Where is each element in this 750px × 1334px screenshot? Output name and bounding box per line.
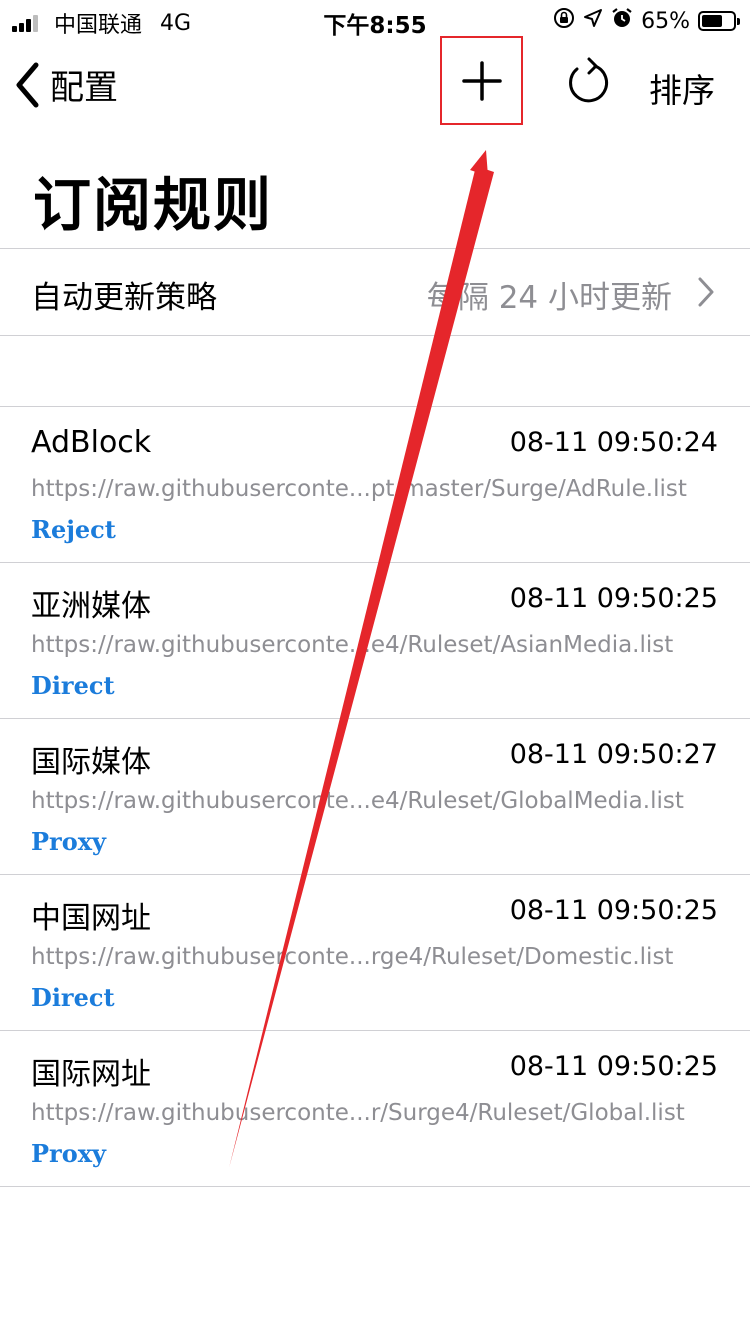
rule-policy: Proxy xyxy=(31,827,106,856)
auto-update-label: 自动更新策略 xyxy=(31,280,217,316)
rule-updated-time: 08-11 09:50:25 xyxy=(509,583,718,614)
rule-name: 国际网址 xyxy=(31,1057,151,1092)
divider xyxy=(0,335,750,336)
alarm-icon xyxy=(611,7,633,35)
list-item[interactable]: 中国网址 08-11 09:50:25 https://raw.githubus… xyxy=(0,875,750,1031)
auto-update-value: 每隔 24 小时更新 xyxy=(426,280,672,316)
rule-url: https://raw.githubuserconte...pt/master/… xyxy=(31,476,687,502)
status-bar: 中国联通 4G 下午8:55 65% xyxy=(0,0,750,40)
location-icon xyxy=(583,8,603,34)
refresh-icon[interactable] xyxy=(565,56,611,108)
back-button-label: 配置 xyxy=(50,68,118,108)
auto-update-row[interactable]: 自动更新策略 每隔 24 小时更新 xyxy=(0,249,750,335)
rule-updated-time: 08-11 09:50:25 xyxy=(509,895,718,926)
page-title: 订阅规则 xyxy=(33,171,274,239)
rule-name: 国际媒体 xyxy=(31,745,151,780)
chevron-right-icon xyxy=(698,277,714,307)
battery-percent: 65% xyxy=(641,8,690,34)
list-item[interactable]: 国际媒体 08-11 09:50:27 https://raw.githubus… xyxy=(0,719,750,875)
rule-policy: Direct xyxy=(31,983,115,1012)
back-button[interactable]: 配置 xyxy=(14,60,118,109)
rule-policy: Direct xyxy=(31,671,115,700)
rule-url: https://raw.githubuserconte...e4/Ruleset… xyxy=(31,788,684,814)
rule-updated-time: 08-11 09:50:24 xyxy=(509,427,718,458)
rule-url: https://raw.githubuserconte...r/Surge4/R… xyxy=(31,1100,685,1126)
rule-updated-time: 08-11 09:50:27 xyxy=(509,739,718,770)
list-item[interactable]: AdBlock 08-11 09:50:24 https://raw.githu… xyxy=(0,407,750,563)
rule-url: https://raw.githubuserconte...rge4/Rules… xyxy=(31,944,674,970)
rule-name: 中国网址 xyxy=(31,901,151,936)
status-right: 65% xyxy=(545,7,740,35)
rule-url: https://raw.githubuserconte...e4/Ruleset… xyxy=(31,632,674,658)
add-button[interactable] xyxy=(440,36,523,125)
rule-name: 亚洲媒体 xyxy=(31,589,151,624)
plus-icon xyxy=(461,60,502,101)
battery-icon xyxy=(698,11,740,31)
rule-name: AdBlock xyxy=(31,425,152,460)
rule-list: AdBlock 08-11 09:50:24 https://raw.githu… xyxy=(0,407,750,1187)
rule-policy: Proxy xyxy=(31,1139,106,1168)
orientation-lock-icon xyxy=(553,7,575,35)
navigation-bar: 配置 排序 xyxy=(0,36,750,130)
rule-policy: Reject xyxy=(31,515,116,544)
sort-button[interactable]: 排序 xyxy=(649,64,715,112)
list-item[interactable]: 国际网址 08-11 09:50:25 https://raw.githubus… xyxy=(0,1031,750,1187)
rule-updated-time: 08-11 09:50:25 xyxy=(509,1051,718,1082)
list-item[interactable]: 亚洲媒体 08-11 09:50:25 https://raw.githubus… xyxy=(0,563,750,719)
chevron-left-icon xyxy=(16,62,39,107)
